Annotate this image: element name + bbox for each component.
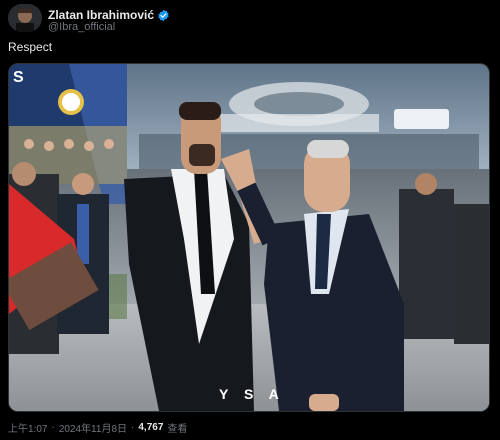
meta-separator: · — [51, 422, 55, 433]
author-name-row: Zlatan Ibrahimović — [48, 8, 170, 22]
tweet-date[interactable]: 2024年11月8日 — [59, 420, 127, 435]
views-count: 4,767 — [138, 422, 164, 433]
tweet-time[interactable]: 上午1:07 — [8, 420, 47, 435]
floor-lettering: Y S A — [219, 386, 285, 402]
banner-letter: S — [13, 69, 24, 86]
meta-separator-2: · — [131, 422, 135, 433]
tweet-meta: 上午1:07 · 2024年11月8日 · 4,767 查看 — [8, 420, 187, 435]
avatar[interactable] — [8, 4, 42, 32]
views-label: 查看 — [167, 424, 188, 435]
author-handle[interactable]: @Ibra_official — [48, 21, 115, 33]
author-display-name[interactable]: Zlatan Ibrahimović — [48, 8, 154, 22]
verified-badge-icon — [157, 9, 170, 22]
tweet-photo[interactable]: S Y S A — [8, 63, 490, 412]
tweet-text: Respect — [8, 40, 53, 54]
tweet-header: Zlatan Ibrahimović @Ibra_official — [8, 4, 492, 34]
